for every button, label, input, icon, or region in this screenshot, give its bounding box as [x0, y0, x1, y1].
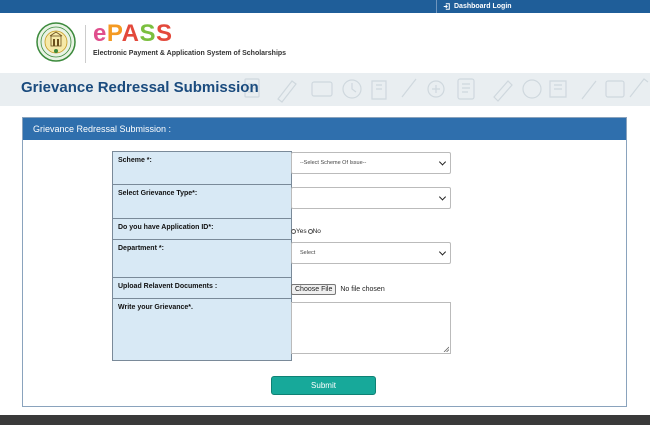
submit-button[interactable]: Submit: [271, 376, 376, 395]
page-banner: Grievance Redressal Submission: [0, 73, 650, 106]
chevron-down-icon: [438, 158, 447, 166]
file-upload: Choose File No file chosen: [291, 284, 451, 295]
grievance-type-select[interactable]: [291, 187, 451, 209]
grievance-form-panel: Grievance Redressal Submission : Scheme …: [22, 117, 627, 407]
upload-label: Upload Relavent Documents :: [113, 278, 291, 299]
chevron-down-icon: [438, 248, 447, 256]
page-footer: [0, 415, 650, 425]
application-id-radio-group: Yes No: [291, 226, 371, 236]
grievance-type-label: Select Grievance Type*:: [113, 185, 291, 219]
panel-title: Grievance Redressal Submission :: [23, 118, 626, 140]
department-select[interactable]: Select: [291, 242, 451, 264]
grievance-textarea[interactable]: [291, 302, 451, 354]
no-radio-label: No: [312, 227, 321, 235]
telangana-emblem-icon: [36, 22, 76, 62]
dashboard-login-label: Dashboard Login: [454, 3, 512, 10]
header-divider: [85, 25, 86, 63]
top-bar: Dashboard Login: [0, 0, 650, 13]
grievance-text-label: Write your Grievance*.: [118, 304, 193, 311]
department-label: Department *:: [113, 240, 291, 278]
epass-logo[interactable]: ePASS: [93, 20, 172, 48]
scheme-label: Scheme *:: [113, 152, 291, 185]
dashboard-login-link[interactable]: Dashboard Login: [436, 0, 512, 13]
scheme-select[interactable]: --Select Scheme Of Issue--: [291, 152, 451, 174]
resize-handle-icon[interactable]: [443, 346, 449, 352]
yes-radio-label: Yes: [296, 227, 307, 235]
file-status: No file chosen: [340, 286, 385, 293]
choose-file-button[interactable]: Choose File: [291, 284, 337, 295]
login-icon: [443, 3, 450, 10]
application-id-label: Do you have Application ID*:: [113, 219, 291, 240]
epass-tagline: Electronic Payment & Application System …: [93, 50, 287, 57]
form-label-column: Scheme *: Select Grievance Type*: Do you…: [112, 151, 292, 361]
chevron-down-icon: [438, 193, 447, 201]
page-title: Grievance Redressal Submission: [21, 79, 259, 96]
